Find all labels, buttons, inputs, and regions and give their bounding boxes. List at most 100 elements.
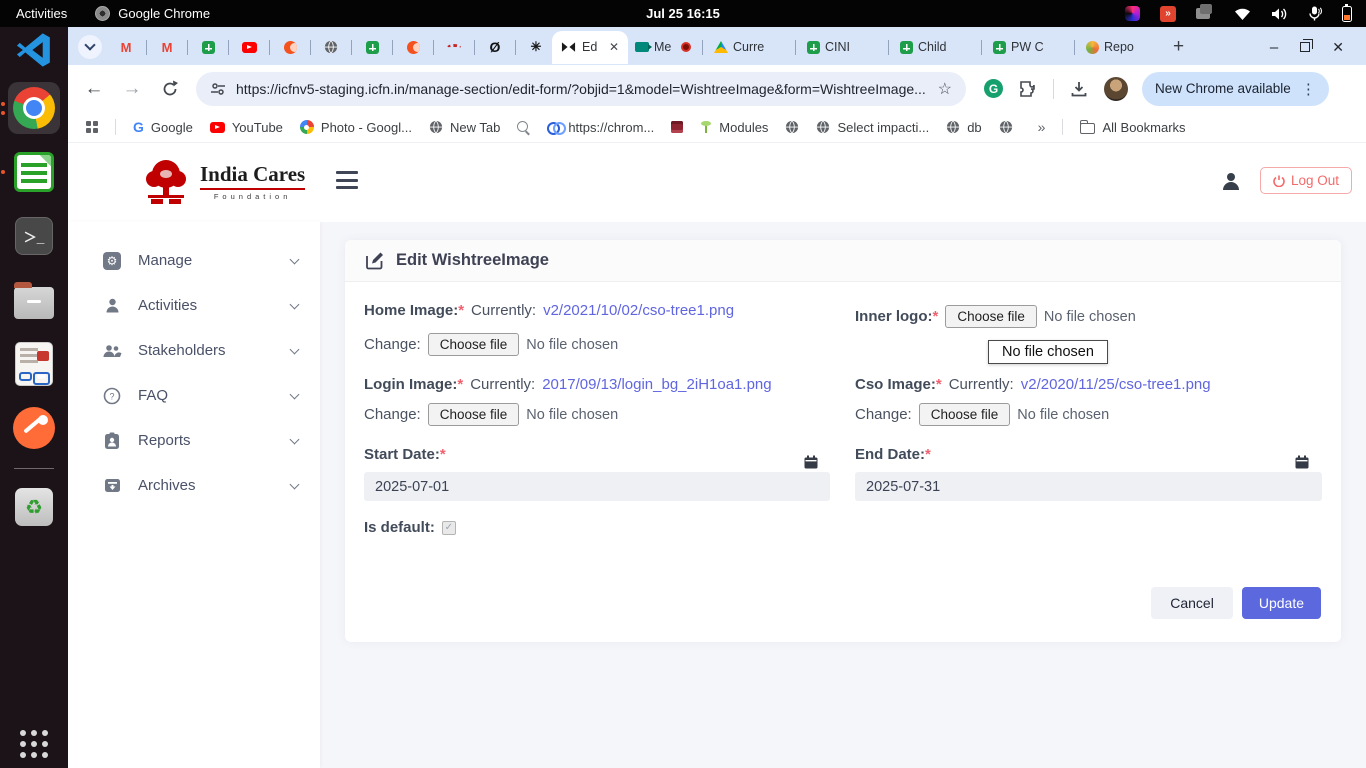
pinned-tab-gmail-1[interactable]: M [110, 31, 142, 63]
bookmark-star-icon[interactable]: ☆ [938, 79, 952, 99]
new-tab-button[interactable]: + [1173, 36, 1184, 58]
forward-button[interactable]: → [120, 78, 144, 100]
home-image-choose-file-button[interactable]: Choose file [428, 333, 520, 356]
calendar-icon[interactable] [1295, 455, 1309, 469]
brand-logo[interactable]: India Cares Foundation [140, 157, 305, 205]
tab-sheets-cini[interactable]: CINI [800, 31, 884, 64]
pinned-tab-orange-2[interactable] [397, 31, 429, 63]
end-date-input[interactable] [855, 472, 1322, 501]
sidebar-item-faq[interactable]: ? FAQ [68, 373, 320, 418]
bookmark-chrome-link[interactable]: https://chrom... [547, 120, 654, 135]
grammarly-icon[interactable]: G [984, 79, 1003, 98]
sidebar-item-manage[interactable]: ⚙ Manage [68, 238, 320, 283]
bookmark-search[interactable] [517, 121, 530, 134]
dock-item-libreoffice-calc[interactable] [8, 146, 60, 198]
cancel-button[interactable]: Cancel [1151, 587, 1233, 619]
downloads-icon[interactable] [1070, 80, 1088, 98]
site-settings-icon[interactable] [210, 82, 226, 96]
pinned-tab-sheets-2[interactable] [356, 31, 388, 63]
back-button[interactable]: ← [82, 78, 106, 100]
update-label: New Chrome available [1155, 81, 1291, 96]
dock-item-document-viewer[interactable] [8, 338, 60, 390]
tab-sheets-child[interactable]: Child [893, 31, 977, 64]
profile-avatar[interactable] [1104, 77, 1128, 101]
all-bookmarks-button[interactable]: All Bookmarks [1080, 120, 1185, 135]
dock-item-postman[interactable] [8, 402, 60, 454]
cso-image-link[interactable]: v2/2020/11/25/cso-tree1.png [1021, 376, 1211, 393]
bookmark-db[interactable]: db [946, 120, 981, 135]
cso-image-choose-file-button[interactable]: Choose file [919, 403, 1011, 426]
close-tab-icon[interactable]: ✕ [609, 40, 619, 54]
pinned-tab-red-arc[interactable] [438, 31, 470, 63]
reload-button[interactable] [158, 79, 182, 99]
wifi-icon[interactable] [1234, 7, 1251, 21]
pinned-tab-orange-1[interactable] [274, 31, 306, 63]
login-image-choose-file-button[interactable]: Choose file [428, 403, 520, 426]
tab-edit-wishtreeimage-active[interactable]: Ed ✕ [552, 31, 628, 64]
dock-item-chrome[interactable] [8, 82, 60, 134]
chat-icon[interactable] [1196, 8, 1210, 19]
restore-window-icon[interactable] [1300, 42, 1310, 52]
bookmark-new-tab[interactable]: New Tab [429, 120, 500, 135]
extensions-puzzle-icon[interactable] [1019, 80, 1037, 98]
sidebar-item-stakeholders[interactable]: Stakeholders [68, 328, 320, 373]
pinned-tab-chatgpt[interactable]: ✳ [520, 31, 552, 63]
home-image-row: Home Image:* Currently: v2/2021/10/02/cs… [364, 302, 734, 319]
volume-icon[interactable] [1271, 7, 1288, 21]
dock-item-files[interactable] [8, 274, 60, 326]
bookmark-google[interactable]: G Google [133, 119, 193, 135]
clock[interactable]: Jul 25 16:15 [646, 6, 720, 21]
minimize-window-icon[interactable]: – [1270, 39, 1278, 56]
tab-sheets-pw[interactable]: PW C [986, 31, 1070, 64]
bookmark-globe-2[interactable] [999, 120, 1013, 134]
pinned-tab-youtube[interactable] [233, 31, 265, 63]
screen-share-icon[interactable]: » [1160, 6, 1176, 22]
bookmark-tile[interactable] [671, 121, 683, 133]
battery-icon[interactable] [1342, 6, 1352, 22]
dock-item-terminal[interactable]: ＞_ [8, 210, 60, 262]
sidebar-item-reports[interactable]: Reports [68, 418, 320, 463]
sidebar-item-archives[interactable]: Archives [68, 463, 320, 508]
inner-logo-choose-file-button[interactable]: Choose file [945, 305, 1037, 328]
pinned-tab-null[interactable]: Ø [479, 31, 511, 63]
tab-search-button[interactable] [78, 35, 102, 59]
close-window-icon[interactable]: ✕ [1332, 39, 1344, 56]
bookmark-google-photos[interactable]: Photo - Googl... [300, 120, 412, 135]
start-date-input[interactable] [364, 472, 830, 501]
bookmarks-overflow-icon[interactable]: » [1038, 119, 1046, 135]
bookmark-globe-1[interactable] [785, 120, 799, 134]
address-bar[interactable]: https://icfnv5-staging.icfn.in/manage-se… [196, 72, 966, 106]
microphone-icon[interactable] [1308, 6, 1322, 21]
tab-google-drive[interactable]: Curre [707, 31, 791, 64]
sidebar-item-activities[interactable]: Activities [68, 283, 320, 328]
jetbrains-toolbox-icon[interactable] [1125, 6, 1140, 21]
calendar-icon[interactable] [804, 455, 818, 469]
bookmark-youtube[interactable]: YouTube [210, 120, 283, 135]
running-indicator [1, 102, 5, 115]
pinned-tab-globe[interactable] [315, 31, 347, 63]
url-text[interactable]: https://icfnv5-staging.icfn.in/manage-se… [236, 81, 928, 97]
pinned-tab-gmail-2[interactable]: M [151, 31, 183, 63]
show-applications-button[interactable] [20, 730, 48, 758]
home-image-link[interactable]: v2/2021/10/02/cso-tree1.png [543, 302, 734, 319]
focused-app-menu[interactable]: Google Chrome [95, 6, 210, 21]
chevron-down-icon [290, 299, 300, 309]
manage-gear-icon: ⚙ [103, 252, 121, 270]
bookmark-select-impact[interactable]: Select impacti... [816, 120, 929, 135]
is-default-checkbox[interactable]: ✓ [442, 521, 456, 535]
menu-kebab-icon[interactable]: ⋮ [1301, 80, 1316, 98]
tab-repo[interactable]: Repo [1079, 31, 1163, 64]
apps-grid-icon[interactable] [86, 121, 98, 133]
dock-item-vscode[interactable] [8, 30, 60, 70]
activities-button[interactable]: Activities [16, 6, 67, 21]
pinned-tab-sheets-1[interactable] [192, 31, 224, 63]
sidebar-toggle-hamburger-icon[interactable] [336, 171, 358, 189]
chrome-update-button[interactable]: New Chrome available ⋮ [1142, 72, 1329, 106]
user-icon[interactable] [1220, 170, 1242, 192]
login-image-link[interactable]: 2017/09/13/login_bg_2iH1oa1.png [542, 376, 771, 393]
update-button[interactable]: Update [1242, 587, 1321, 619]
tab-google-meet[interactable]: Me [628, 31, 698, 64]
bookmark-modules[interactable]: Modules [700, 120, 768, 135]
dock-item-trash[interactable]: ♻ [8, 481, 60, 533]
logout-button[interactable]: Log Out [1260, 167, 1352, 194]
